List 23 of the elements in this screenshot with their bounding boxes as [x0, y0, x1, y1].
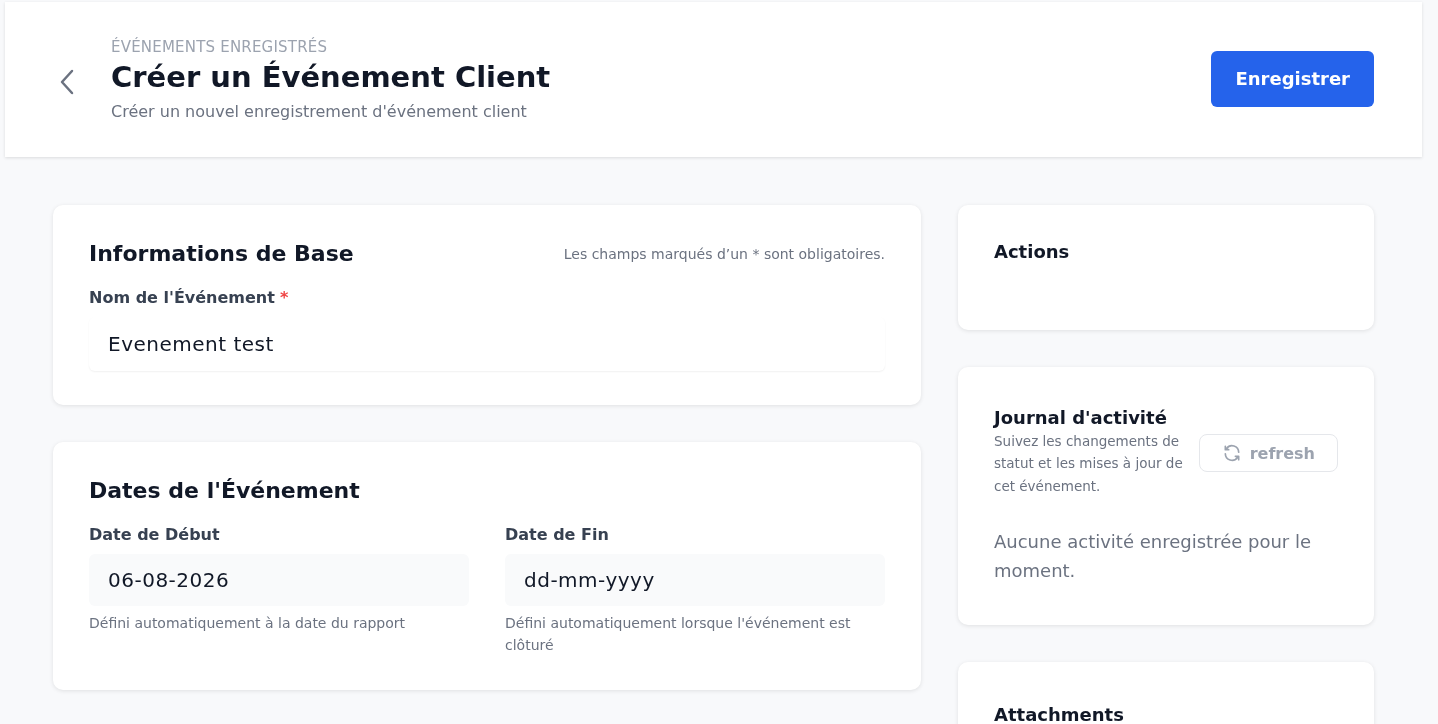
section-title: Dates de l'Événement	[89, 478, 361, 503]
page-subtitle: Créer un nouvel enregistrement d'événement client	[111, 102, 528, 121]
back-button[interactable]	[59, 68, 75, 95]
input-field[interactable]: dd-mm-yyyy	[505, 554, 885, 606]
help-text: Défini automatiquement lorsque l'événement est clôturé	[505, 614, 852, 655]
card-title: Journal d'activité	[994, 407, 1168, 428]
field-label: Nom de l'Événement	[89, 288, 275, 307]
empty-message: Aucune activité enregistrée pour le moment.	[994, 529, 1313, 584]
input-field[interactable]: Evenement test	[89, 317, 885, 371]
section-title: Informations de Base	[89, 241, 354, 266]
input-field[interactable]: 06-08-2026	[89, 554, 469, 606]
field-label: Date de Fin	[505, 525, 609, 544]
card-title: Actions	[994, 241, 1071, 262]
required-note: Les champs marqués d’un * sont obligatoires.	[563, 245, 885, 262]
save-button[interactable]: Enregistrer	[1211, 50, 1374, 107]
required-asterisk: *	[279, 288, 289, 307]
card-title: Attachments	[994, 704, 1125, 724]
page-title: Créer un Événement Client	[111, 60, 552, 94]
chevron-left-icon	[59, 68, 75, 95]
card-description: Suivez les changements de statut et les mises à jour de cet événement.	[994, 432, 1184, 496]
help-text: Défini automatiquement à la date du rapport	[89, 614, 407, 633]
field-label: Date de Début	[89, 525, 220, 544]
breadcrumb: ÉVÉNEMENTS ENREGISTRÉS	[111, 38, 329, 56]
